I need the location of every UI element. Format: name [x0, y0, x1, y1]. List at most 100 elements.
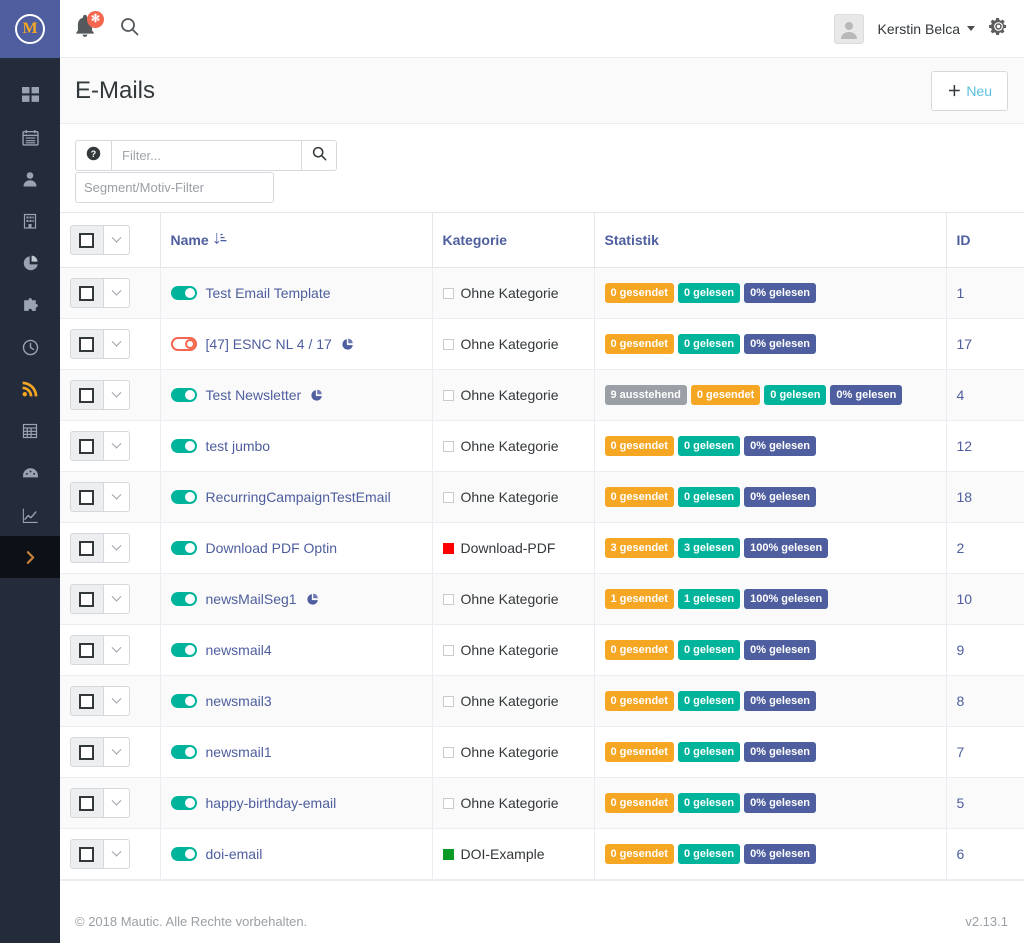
row-actions-dropdown[interactable] [102, 431, 130, 461]
row-checkbox[interactable] [70, 635, 103, 665]
select-all-checkbox[interactable] [70, 225, 103, 255]
publish-toggle-on[interactable] [170, 847, 197, 861]
email-name-link[interactable]: Test Email Template [206, 285, 331, 301]
row-select-group[interactable] [70, 329, 130, 359]
publish-toggle-on[interactable] [170, 541, 197, 555]
row-checkbox[interactable] [70, 584, 103, 614]
email-name-link[interactable]: test jumbo [206, 438, 271, 454]
user-menu[interactable]: Kerstin Belca [878, 21, 975, 37]
row-actions-dropdown[interactable] [102, 737, 130, 767]
sidebar-item-companies[interactable] [0, 200, 60, 242]
row-checkbox[interactable] [70, 431, 103, 461]
row-actions-dropdown[interactable] [102, 278, 130, 308]
th-statistik[interactable]: Statistik [594, 212, 947, 268]
row-actions-dropdown[interactable] [102, 788, 130, 818]
row-checkbox[interactable] [70, 329, 103, 359]
row-actions-dropdown[interactable] [102, 329, 130, 359]
th-category[interactable]: Kategorie [432, 212, 595, 268]
app-logo[interactable]: M [0, 0, 60, 58]
row-select-group[interactable] [70, 737, 130, 767]
segment-filter-input[interactable] [75, 172, 274, 203]
email-name-link[interactable]: doi-email [206, 846, 263, 862]
table-row[interactable]: Test Newsletter Ohne Kategorie 9 ausstehen… [60, 369, 1024, 421]
sidebar-item-channels[interactable] [0, 368, 60, 410]
sidebar-item-contacts[interactable] [0, 158, 60, 200]
email-name-link[interactable]: newsmail4 [206, 642, 272, 658]
table-row[interactable]: Download PDF Optin Download-PDF 3 gesendet… [60, 522, 1024, 574]
row-select-group[interactable] [70, 686, 130, 716]
row-actions-dropdown[interactable] [102, 584, 130, 614]
row-actions-dropdown[interactable] [102, 839, 130, 869]
table-row[interactable]: newsmail1 Ohne Kategorie 0 gesendet 0 geles… [60, 726, 1024, 778]
publish-toggle-on[interactable] [170, 745, 197, 759]
sidebar-item-components[interactable] [0, 284, 60, 326]
th-id[interactable]: ID [946, 212, 1024, 268]
sidebar-item-segments[interactable] [0, 242, 60, 284]
publish-toggle-on[interactable] [170, 643, 197, 657]
table-row[interactable]: doi-email DOI-Example 0 gesendet 0 gelesen 0… [60, 828, 1024, 880]
sidebar-item-campaigns[interactable] [0, 326, 60, 368]
row-actions-dropdown[interactable] [102, 533, 130, 563]
publish-toggle-on[interactable] [170, 439, 197, 453]
publish-toggle-on[interactable] [170, 796, 197, 810]
row-checkbox[interactable] [70, 380, 103, 410]
table-row[interactable]: newsMailSeg1 Ohne Kategorie 1 gesendet 1 ge… [60, 573, 1024, 625]
settings-button[interactable] [989, 17, 1008, 41]
new-email-button[interactable]: ＋ Neu [931, 70, 1008, 111]
email-name-link[interactable]: newsMailSeg1 [206, 591, 297, 607]
sidebar-item-dashboard[interactable] [0, 74, 60, 116]
sidebar-item-expand[interactable] [0, 536, 60, 578]
publish-toggle-off[interactable] [170, 337, 197, 351]
select-all-dropdown[interactable] [102, 225, 130, 255]
row-actions-dropdown[interactable] [102, 482, 130, 512]
row-checkbox[interactable] [70, 839, 103, 869]
email-name-link[interactable]: newsmail1 [206, 744, 272, 760]
email-name-link[interactable]: RecurringCampaignTestEmail [206, 489, 391, 505]
sidebar-item-points[interactable] [0, 452, 60, 494]
email-name-link[interactable]: happy-birthday-email [206, 795, 337, 811]
email-name-link[interactable]: [47] ESNC NL 4 / 17 [206, 336, 332, 352]
row-actions-dropdown[interactable] [102, 635, 130, 665]
table-row[interactable]: test jumbo Ohne Kategorie 0 gesendet 0 gele… [60, 420, 1024, 472]
row-select-group[interactable] [70, 533, 130, 563]
row-select-group[interactable] [70, 431, 130, 461]
row-actions-dropdown[interactable] [102, 380, 130, 410]
row-select-group[interactable] [70, 584, 130, 614]
row-actions-dropdown[interactable] [102, 686, 130, 716]
table-row[interactable]: happy-birthday-email Ohne Kategorie 0 gese… [60, 777, 1024, 829]
row-select-group[interactable] [70, 635, 130, 665]
table-row[interactable]: newsmail4 Ohne Kategorie 0 gesendet 0 geles… [60, 624, 1024, 676]
row-checkbox[interactable] [70, 686, 103, 716]
row-select-group[interactable] [70, 839, 130, 869]
table-row[interactable]: [47] ESNC NL 4 / 17 Ohne Kategorie 0 gesen… [60, 318, 1024, 370]
publish-toggle-on[interactable] [170, 592, 197, 606]
row-checkbox[interactable] [70, 788, 103, 818]
notifications-button[interactable]: ✻ [74, 10, 104, 44]
row-checkbox[interactable] [70, 278, 103, 308]
avatar[interactable] [833, 13, 864, 44]
row-checkbox[interactable] [70, 737, 103, 767]
sidebar-item-calendar[interactable] [0, 116, 60, 158]
sidebar-item-forms[interactable] [0, 410, 60, 452]
publish-toggle-on[interactable] [170, 286, 197, 300]
email-name-link[interactable]: newsmail3 [206, 693, 272, 709]
row-select-group[interactable] [70, 788, 130, 818]
publish-toggle-on[interactable] [170, 490, 197, 504]
row-checkbox[interactable] [70, 533, 103, 563]
row-select-group[interactable] [70, 278, 130, 308]
table-row[interactable]: newsmail3 Ohne Kategorie 0 gesendet 0 geles… [60, 675, 1024, 727]
table-row[interactable]: Test Email Template Ohne Kategorie 0 gesen… [60, 267, 1024, 319]
search-input[interactable] [111, 140, 301, 171]
select-all-group[interactable] [70, 225, 130, 255]
th-name[interactable]: Name [160, 212, 433, 268]
filter-help-button[interactable]: ? [75, 140, 111, 171]
sidebar-item-reports[interactable] [0, 494, 60, 536]
row-select-group[interactable] [70, 482, 130, 512]
row-select-group[interactable] [70, 380, 130, 410]
table-row[interactable]: RecurringCampaignTestEmail Ohne Kategorie… [60, 471, 1024, 523]
publish-toggle-on[interactable] [170, 694, 197, 708]
email-name-link[interactable]: Test Newsletter [206, 387, 302, 403]
email-name-link[interactable]: Download PDF Optin [206, 540, 338, 556]
publish-toggle-on[interactable] [170, 388, 197, 402]
search-submit-button[interactable] [301, 140, 337, 171]
